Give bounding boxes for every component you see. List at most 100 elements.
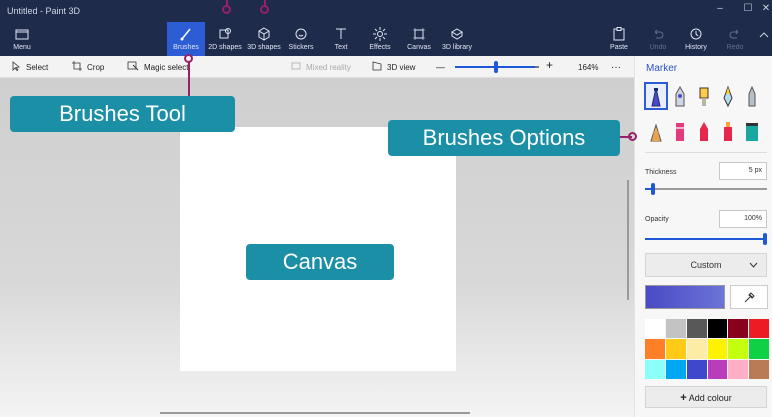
callout-brushes-options: Brushes Options bbox=[388, 120, 620, 156]
tool-label: Effects bbox=[369, 44, 391, 51]
paste-button[interactable]: Paste bbox=[606, 22, 632, 56]
magic-select-icon bbox=[127, 61, 139, 73]
thickness-slider-knob[interactable] bbox=[651, 183, 655, 195]
zoom-slider-knob[interactable] bbox=[494, 61, 498, 73]
color-swatch[interactable] bbox=[707, 359, 728, 379]
tool-label: History bbox=[685, 44, 707, 51]
brush-calligraphy-pen[interactable] bbox=[670, 84, 690, 108]
folder-icon bbox=[0, 27, 44, 43]
watercolor-icon bbox=[723, 85, 733, 108]
thickness-label: Thickness bbox=[645, 169, 677, 176]
magic-select-button[interactable]: Magic select bbox=[127, 60, 188, 74]
3d-view-button[interactable]: 3D view bbox=[372, 60, 415, 74]
tool-text[interactable]: Text bbox=[328, 22, 354, 56]
opacity-label: Opacity bbox=[645, 216, 669, 223]
history-icon bbox=[682, 27, 710, 43]
tool-effects[interactable]: Effects bbox=[366, 22, 394, 56]
brush-pixel-pen[interactable] bbox=[694, 119, 714, 143]
close-button[interactable]: ✕ bbox=[752, 3, 772, 19]
pixel-pen-icon bbox=[700, 122, 708, 141]
menu-button[interactable]: Menu bbox=[0, 22, 44, 56]
brush-crayon[interactable] bbox=[670, 119, 690, 143]
color-mode-dropdown[interactable]: Custom bbox=[645, 253, 767, 277]
leader-dot-2d-shapes bbox=[222, 5, 231, 14]
spray-can-icon bbox=[724, 122, 732, 141]
tool-label: Text bbox=[334, 44, 348, 51]
color-swatch[interactable] bbox=[728, 359, 749, 379]
tool-label: Redo bbox=[726, 44, 744, 51]
tool-label: Canvas bbox=[407, 44, 431, 51]
collapse-ribbon-icon[interactable] bbox=[756, 31, 772, 47]
color-swatch[interactable] bbox=[749, 339, 769, 359]
text-icon bbox=[328, 27, 354, 43]
opacity-slider-knob[interactable] bbox=[763, 233, 767, 245]
eyedropper-icon bbox=[743, 291, 755, 308]
tool-brushes[interactable]: Brushes bbox=[167, 22, 205, 56]
undo-icon bbox=[645, 27, 671, 43]
color-swatch[interactable] bbox=[665, 339, 686, 359]
redo-button[interactable]: Redo bbox=[722, 22, 748, 56]
mixed-reality-button[interactable]: Mixed reality bbox=[291, 60, 351, 74]
tool-label: 2D shapes bbox=[208, 44, 242, 51]
tool-label: Stickers bbox=[288, 44, 314, 51]
tool-stickers[interactable]: Stickers bbox=[286, 22, 316, 56]
select-button[interactable]: Select bbox=[12, 60, 48, 74]
color-swatch[interactable] bbox=[749, 319, 769, 339]
zoom-slider-rest bbox=[535, 66, 539, 68]
zoom-in-button[interactable]: + bbox=[546, 58, 553, 72]
vertical-scrollbar[interactable] bbox=[627, 180, 629, 300]
minimize-button[interactable]: – bbox=[706, 3, 734, 19]
add-colour-button[interactable]: + Add colour bbox=[645, 386, 767, 408]
tool-label: Undo bbox=[649, 44, 667, 51]
brush-icon bbox=[167, 27, 205, 43]
eraser-icon bbox=[650, 123, 662, 142]
thickness-slider-track[interactable] bbox=[645, 188, 767, 190]
brush-watercolor[interactable] bbox=[718, 84, 738, 108]
brush-eraser[interactable] bbox=[646, 119, 666, 143]
brush-oil[interactable] bbox=[694, 84, 714, 108]
eyedropper-button[interactable] bbox=[730, 285, 768, 309]
zoom-level: 164% bbox=[578, 62, 599, 72]
library-icon bbox=[438, 27, 476, 43]
more-options-button[interactable]: ··· bbox=[611, 60, 621, 74]
shapes-2d-icon bbox=[207, 27, 243, 43]
color-swatch[interactable] bbox=[665, 359, 686, 379]
color-swatch[interactable] bbox=[686, 359, 707, 379]
horizontal-scrollbar[interactable] bbox=[160, 412, 470, 414]
oil-brush-icon bbox=[699, 87, 709, 106]
pointer-icon bbox=[12, 61, 21, 73]
brush-fill[interactable] bbox=[742, 119, 762, 143]
tool-2d-shapes[interactable]: 2D shapes bbox=[207, 22, 243, 56]
dropdown-value: Custom bbox=[690, 260, 722, 270]
color-swatch[interactable] bbox=[665, 319, 686, 339]
color-swatch[interactable] bbox=[645, 339, 665, 359]
color-swatch[interactable] bbox=[686, 339, 707, 359]
crop-button[interactable]: Crop bbox=[72, 60, 104, 74]
color-palette bbox=[645, 319, 769, 379]
panel-title: Marker bbox=[646, 63, 678, 74]
color-swatch[interactable] bbox=[728, 319, 749, 339]
undo-button[interactable]: Undo bbox=[645, 22, 671, 56]
thickness-input[interactable]: 5 px bbox=[719, 162, 767, 180]
color-swatch[interactable] bbox=[645, 359, 665, 379]
opacity-input[interactable]: 100% bbox=[719, 210, 767, 228]
mixed-reality-label: Mixed reality bbox=[306, 62, 351, 72]
brush-marker[interactable] bbox=[644, 82, 668, 110]
tool-3d-shapes[interactable]: 3D shapes bbox=[245, 22, 283, 56]
title-toolbar: Untitled - Paint 3D – ☐ ✕ Menu Brushes 2… bbox=[0, 0, 772, 56]
color-swatch[interactable] bbox=[645, 319, 665, 339]
history-button[interactable]: History bbox=[682, 22, 710, 56]
zoom-out-button[interactable]: — bbox=[436, 60, 445, 74]
current-color-swatch[interactable] bbox=[645, 285, 725, 309]
color-swatch[interactable] bbox=[749, 359, 769, 379]
brush-pencil[interactable] bbox=[742, 84, 762, 108]
color-swatch[interactable] bbox=[686, 319, 707, 339]
tool-3d-library[interactable]: 3D library bbox=[438, 22, 476, 56]
color-swatch[interactable] bbox=[728, 339, 749, 359]
tool-canvas[interactable]: Canvas bbox=[404, 22, 434, 56]
fill-bucket-icon bbox=[746, 123, 758, 141]
brush-spray-can[interactable] bbox=[718, 119, 738, 143]
mixed-reality-icon bbox=[291, 61, 301, 73]
color-swatch[interactable] bbox=[707, 339, 728, 359]
color-swatch[interactable] bbox=[707, 319, 728, 339]
